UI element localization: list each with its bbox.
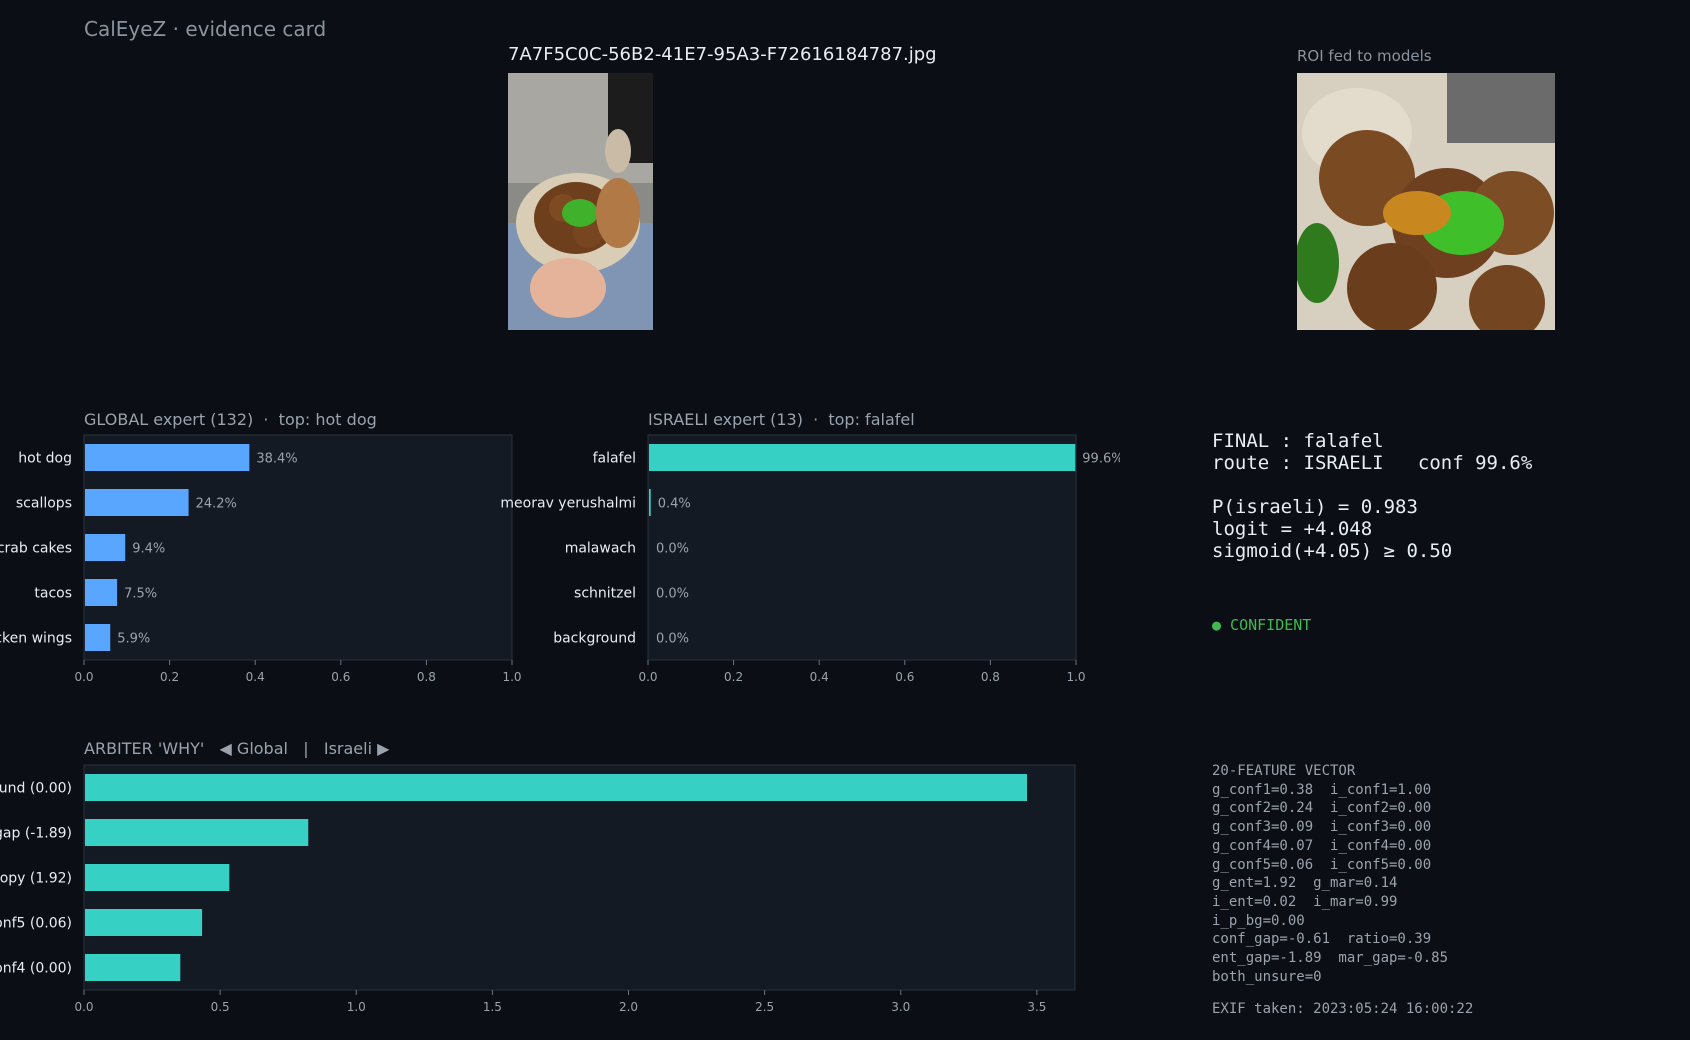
bar — [649, 489, 651, 516]
bar — [85, 864, 230, 891]
category-label: crab cakes — [0, 541, 72, 557]
value-label: 24.2% — [196, 497, 237, 512]
category-label: g_entropy (1.92) — [0, 871, 72, 887]
value-label: 5.9% — [117, 632, 150, 647]
x-tick-label: 0.0 — [638, 670, 657, 684]
value-label: 0.0% — [656, 587, 689, 602]
x-tick-label: 1.0 — [1066, 670, 1085, 684]
x-tick-label: 1.5 — [483, 1000, 502, 1014]
x-tick-label: 2.0 — [619, 1000, 638, 1014]
category-label: background — [553, 631, 636, 647]
bar — [85, 774, 1027, 801]
category-label: i_p_background (0.00) — [0, 781, 72, 797]
feature-vector: 20-FEATURE VECTOR g_conf1=0.38 i_conf1=1… — [1212, 763, 1449, 985]
x-tick-label: 0.0 — [74, 1000, 93, 1014]
roi-photo — [1297, 73, 1555, 330]
category-label: tacos — [34, 586, 72, 602]
x-tick-label: 3.5 — [1027, 1000, 1046, 1014]
category-label: falafel — [593, 451, 636, 467]
global-chart-title: GLOBAL expert (132) · top: hot dog — [84, 410, 377, 429]
x-tick-label: 0.6 — [895, 670, 914, 684]
value-label: 0.4% — [658, 497, 691, 512]
x-tick-label: 0.2 — [724, 670, 743, 684]
x-tick-label: 0.8 — [417, 670, 436, 684]
category-label: hot dog — [18, 451, 72, 467]
israeli-expert-chart: falafel 99.6% meorav yerushalmi 0.4% malawac… — [500, 434, 1120, 684]
value-label: 9.4% — [132, 542, 165, 557]
x-tick-label: 0.4 — [810, 670, 829, 684]
value-label: 99.6% — [1082, 452, 1120, 467]
bar — [85, 489, 189, 516]
category-label: chicken wings — [0, 631, 72, 647]
value-label: 7.5% — [124, 587, 157, 602]
bar — [85, 444, 250, 471]
exif-timestamp: EXIF taken: 2023:05:24 16:00:22 — [1212, 1001, 1474, 1017]
israeli-chart-title: ISRAELI expert (13) · top: falafel — [648, 410, 915, 429]
bar — [85, 624, 111, 651]
bar — [85, 534, 126, 561]
category-label: malawach — [565, 541, 636, 557]
roi-label: ROI fed to models — [1297, 47, 1432, 65]
category-label: scallops — [16, 496, 72, 512]
x-tick-label: 0.5 — [211, 1000, 230, 1014]
bar — [85, 819, 309, 846]
x-tick-label: 0.2 — [160, 670, 179, 684]
image-filename: 7A7F5C0C-56B2-41E7-95A3-F72616184787.jpg — [508, 44, 937, 65]
x-tick-label: 2.5 — [755, 1000, 774, 1014]
bar — [649, 444, 1076, 471]
value-label: 0.0% — [656, 542, 689, 557]
arbiter-why-chart: i_p_background (0.00) ent_gap (-1.89) g_en… — [0, 764, 1076, 1014]
app-title: CalEyeZ · evidence card — [84, 17, 327, 41]
x-tick-label: 0.4 — [246, 670, 265, 684]
value-label: 38.4% — [256, 452, 297, 467]
global-expert-chart: hot dog 38.4% scallops 24.2% crab cakes 9.4% t… — [0, 434, 522, 684]
x-tick-label: 0.6 — [331, 670, 350, 684]
confidence-status: ● CONFIDENT — [1212, 616, 1312, 634]
x-tick-label: 3.0 — [891, 1000, 910, 1014]
roi-photo-graphic — [1297, 73, 1555, 330]
final-decision: FINAL : falafel route : ISRAELI conf 99.… — [1212, 430, 1533, 562]
category-label: g_conf5 (0.06) — [0, 916, 72, 932]
x-tick-label: 0.0 — [74, 670, 93, 684]
category-label: schnitzel — [574, 586, 636, 602]
bar — [85, 579, 118, 606]
category-label: ent_gap (-1.89) — [0, 826, 72, 842]
arbiter-chart-title: ARBITER 'WHY' ◀ Global | Israeli ▶ — [84, 739, 390, 758]
category-label: meorav yerushalmi — [500, 496, 636, 512]
source-photo-graphic — [508, 73, 653, 330]
bar — [85, 909, 203, 936]
x-tick-label: 0.8 — [981, 670, 1000, 684]
x-tick-label: 1.0 — [347, 1000, 366, 1014]
value-label: 0.0% — [656, 632, 689, 647]
source-photo — [508, 73, 653, 330]
bar — [85, 954, 181, 981]
category-label: g_conf4 (0.00) — [0, 961, 72, 977]
